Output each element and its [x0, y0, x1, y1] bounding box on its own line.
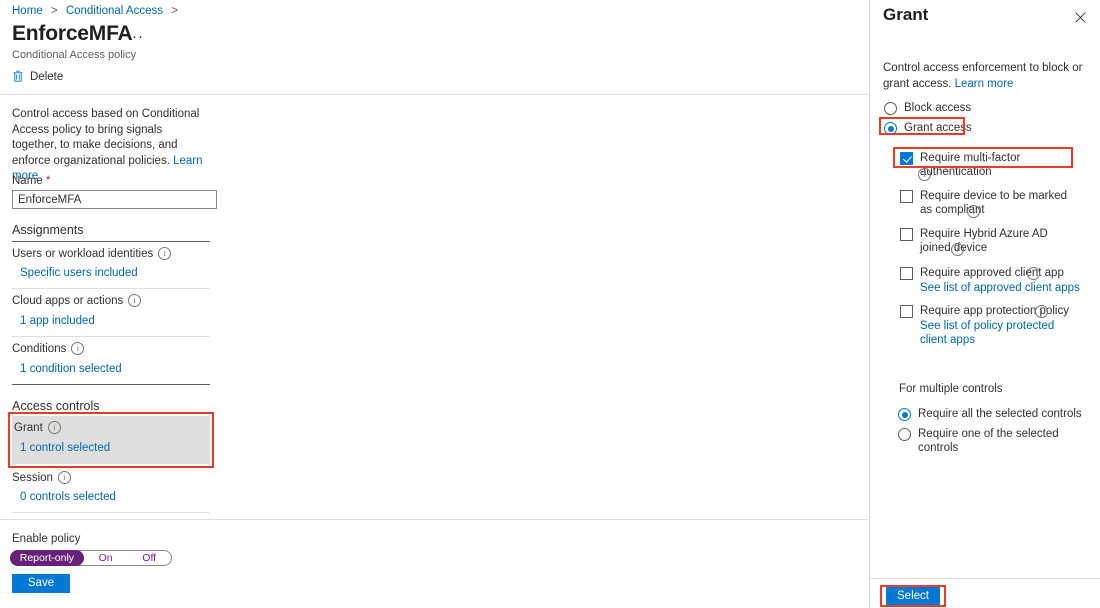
- save-button[interactable]: Save: [12, 574, 70, 593]
- breadcrumb-item-conditional-access[interactable]: Conditional Access: [66, 5, 163, 17]
- info-icon[interactable]: i: [967, 205, 980, 218]
- close-icon[interactable]: [1072, 9, 1088, 25]
- name-input[interactable]: [12, 190, 217, 209]
- radio-require-one-control[interactable]: Require one of the selected controls: [898, 427, 1100, 455]
- radio-require-all-controls-label: Require all the selected controls: [918, 408, 1082, 420]
- breadcrumb-separator-2: >: [171, 5, 178, 17]
- radio-icon-selected: [898, 408, 911, 421]
- panel-description: Control access enforcement to block or g…: [883, 61, 1083, 92]
- info-icon[interactable]: i: [918, 168, 931, 181]
- assignments-header-divider: [12, 241, 210, 242]
- assignments-header: Assignments: [12, 223, 84, 237]
- info-icon[interactable]: i: [71, 342, 85, 355]
- grant-panel: Grant Control access enforcement to bloc…: [869, 0, 1100, 608]
- radio-icon-unselected: [884, 102, 897, 115]
- assignment-item-users-value[interactable]: Specific users included: [20, 267, 138, 279]
- name-field-label: Name *: [12, 175, 50, 187]
- checkbox-require-hybrid-azure-ad-joined-device[interactable]: Require Hybrid Azure AD joined device: [900, 227, 1072, 255]
- access-item-grant-value[interactable]: 1 control selected: [20, 442, 110, 454]
- session-divider: [12, 512, 210, 513]
- select-button[interactable]: Select: [886, 587, 940, 605]
- radio-block-access-label: Block access: [904, 102, 972, 114]
- commandbar-divider: [0, 94, 868, 95]
- multiple-controls-label: For multiple controls: [899, 383, 1003, 395]
- access-grant-label-text: Grant: [14, 421, 43, 434]
- checkbox-require-approved-client-app-label: Require approved client app: [920, 267, 1064, 279]
- name-label-text: Name: [12, 175, 43, 187]
- radio-icon-selected: [884, 122, 897, 135]
- checkbox-icon-unchecked: [900, 228, 913, 241]
- enable-policy-toggle[interactable]: Report-only On Off: [10, 550, 172, 566]
- assignment-item-conditions-value[interactable]: 1 condition selected: [20, 363, 122, 375]
- link-policy-protected-client-apps[interactable]: See list of policy protected client apps: [920, 319, 1068, 347]
- panel-learn-more-link[interactable]: Learn more: [955, 78, 1014, 90]
- access-session-label-text: Session: [12, 471, 53, 484]
- radio-grant-access-label: Grant access: [904, 122, 972, 134]
- info-icon[interactable]: i: [128, 294, 142, 307]
- checkbox-require-compliant-device-label: Require device to be marked as compliant: [920, 190, 1068, 216]
- assignment-item-users-label: Users or workload identities i: [12, 247, 172, 260]
- info-icon[interactable]: i: [1027, 267, 1040, 280]
- access-item-grant[interactable]: Grant i 1 control selected: [12, 416, 210, 464]
- breadcrumb-separator: >: [50, 5, 58, 17]
- checkbox-require-approved-client-app[interactable]: Require approved client app: [900, 266, 1072, 280]
- assignment-item-cloudapps-value[interactable]: 1 app included: [20, 315, 95, 327]
- access-item-session-value[interactable]: 0 controls selected: [20, 491, 116, 503]
- radio-require-all-controls[interactable]: Require all the selected controls: [898, 407, 1082, 421]
- radio-require-one-control-label: Require one of the selected controls: [918, 428, 1059, 454]
- policy-description-text: Control access based on Conditional Acce…: [12, 108, 200, 167]
- radio-icon-unselected: [898, 428, 911, 441]
- assignment-users-label-text: Users or workload identities: [12, 247, 154, 260]
- assignments-section-end-divider: [12, 384, 210, 385]
- info-icon[interactable]: i: [951, 243, 964, 256]
- access-item-session-label: Session i: [12, 471, 71, 484]
- info-icon[interactable]: i: [158, 247, 172, 260]
- panel-title: Grant: [883, 5, 929, 24]
- required-asterisk: *: [45, 175, 51, 187]
- enable-policy-option-on[interactable]: On: [84, 551, 128, 565]
- assignment-item-cloudapps-label: Cloud apps or actions i: [12, 294, 142, 307]
- enable-policy-option-off[interactable]: Off: [127, 551, 171, 565]
- info-icon[interactable]: i: [1035, 305, 1048, 318]
- assignment-cloudapps-divider: [12, 336, 210, 337]
- conditional-access-policy-screen: Home > Conditional Access > EnforceMFA ·…: [0, 0, 1100, 608]
- policy-left-pane: Home > Conditional Access > EnforceMFA ·…: [0, 0, 868, 608]
- checkbox-icon-unchecked: [900, 305, 913, 318]
- assignment-users-divider: [12, 288, 210, 289]
- info-icon[interactable]: i: [47, 421, 61, 434]
- enable-policy-option-report-only[interactable]: Report-only: [10, 550, 84, 566]
- page-title: EnforceMFA: [12, 22, 133, 45]
- policy-description: Control access based on Conditional Acce…: [12, 107, 208, 185]
- delete-button[interactable]: Delete: [12, 70, 63, 83]
- checkbox-icon-checked: [900, 152, 913, 165]
- assignment-conditions-label-text: Conditions: [12, 342, 67, 355]
- access-controls-header: Access controls: [12, 399, 100, 413]
- page-subtitle: Conditional Access policy: [12, 49, 137, 61]
- enable-policy-label: Enable policy: [12, 533, 81, 545]
- breadcrumb-item-home[interactable]: Home: [12, 5, 43, 17]
- assignment-cloudapps-label-text: Cloud apps or actions: [12, 294, 124, 307]
- checkbox-require-mfa-label: Require multi-factor authentication: [920, 152, 1021, 178]
- checkbox-icon-unchecked: [900, 190, 913, 203]
- breadcrumb: Home > Conditional Access >: [12, 5, 183, 17]
- info-icon[interactable]: i: [57, 471, 71, 484]
- checkbox-require-compliant-device[interactable]: Require device to be marked as compliant: [900, 189, 1072, 217]
- access-item-grant-label: Grant i: [14, 421, 61, 434]
- footer-divider: [0, 519, 868, 520]
- link-approved-client-apps[interactable]: See list of approved client apps: [920, 281, 1080, 295]
- radio-grant-access[interactable]: Grant access: [884, 121, 972, 135]
- trash-icon: [12, 70, 24, 83]
- more-options-button[interactable]: ···: [126, 28, 144, 45]
- radio-block-access[interactable]: Block access: [884, 101, 971, 115]
- assignment-item-conditions-label: Conditions i: [12, 342, 85, 355]
- checkbox-icon-unchecked: [900, 267, 913, 280]
- panel-footer-divider: [870, 578, 1100, 579]
- checkbox-require-hybrid-azure-ad-joined-device-label: Require Hybrid Azure AD joined device: [920, 228, 1048, 254]
- delete-label: Delete: [30, 70, 64, 83]
